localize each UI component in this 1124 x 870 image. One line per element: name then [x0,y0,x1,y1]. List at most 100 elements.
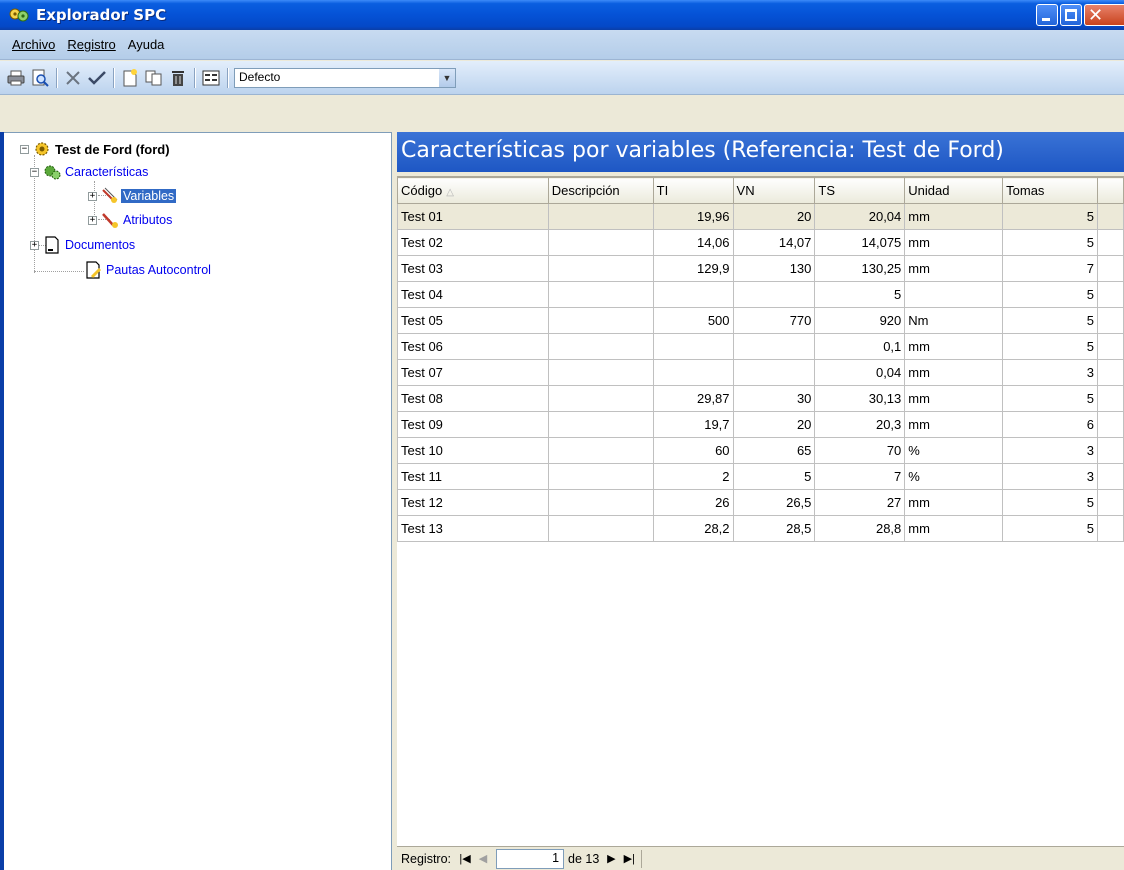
maximize-button[interactable] [1060,4,1082,26]
collapse-icon[interactable]: − [20,144,29,154]
cell-vn[interactable] [732,333,816,360]
cell-tomas[interactable]: 5 [1002,307,1098,334]
cell-ts[interactable]: 20,04 [814,203,906,230]
cell-ti[interactable]: 29,87 [652,385,734,412]
cell-ts[interactable]: 27 [814,489,906,516]
cell-descripcion[interactable] [547,307,654,334]
column-header-ts[interactable]: TS [814,177,906,204]
cell-descripcion[interactable] [547,385,654,412]
cell-tomas[interactable]: 3 [1002,463,1098,490]
cell-ti[interactable] [652,333,734,360]
cell-ts[interactable]: 30,13 [814,385,906,412]
expand-icon[interactable]: + [88,215,97,225]
cell-vn[interactable] [732,359,816,386]
cell-tomas[interactable]: 5 [1002,515,1098,542]
cell-descripcion[interactable] [547,463,654,490]
menu-ayuda[interactable]: Ayuda [128,37,165,52]
cell-ts[interactable]: 5 [814,281,906,308]
cell-ti[interactable]: 2 [652,463,734,490]
cell-codigo[interactable]: Test 10 [397,437,549,464]
column-header-codigo[interactable]: Código △ [397,177,549,204]
cell-unidad[interactable]: mm [904,203,1004,230]
cell-ti[interactable]: 19,7 [652,411,734,438]
table-row[interactable]: Test 13 28,2 28,5 28,8 mm 5 [397,515,1124,542]
cell-ti[interactable] [652,359,734,386]
cell-vn[interactable]: 26,5 [732,489,816,516]
cell-vn[interactable]: 20 [732,203,816,230]
cell-ti[interactable]: 60 [652,437,734,464]
cell-vn[interactable]: 28,5 [732,515,816,542]
cell-ts[interactable]: 0,1 [814,333,906,360]
cell-unidad[interactable]: mm [904,515,1004,542]
cell-descripcion[interactable] [547,411,654,438]
copy-button[interactable] [143,67,165,89]
cell-codigo[interactable]: Test 04 [397,281,549,308]
cell-ti[interactable]: 28,2 [652,515,734,542]
cell-tomas[interactable]: 3 [1002,359,1098,386]
column-header-tomas[interactable]: Tomas [1002,177,1098,204]
cell-vn[interactable]: 30 [732,385,816,412]
chevron-down-icon[interactable]: ▼ [439,68,455,87]
cell-ts[interactable]: 20,3 [814,411,906,438]
cell-codigo[interactable]: Test 09 [397,411,549,438]
trash-button[interactable] [167,67,189,89]
cell-unidad[interactable]: % [904,463,1004,490]
cell-ts[interactable]: 70 [814,437,906,464]
minimize-button[interactable] [1036,4,1058,26]
cell-codigo[interactable]: Test 13 [397,515,549,542]
first-record-button[interactable]: |◀ [457,850,473,868]
new-button[interactable] [119,67,141,89]
cell-unidad[interactable]: % [904,437,1004,464]
cell-ts[interactable]: 7 [814,463,906,490]
cell-codigo[interactable]: Test 08 [397,385,549,412]
cell-vn[interactable] [732,281,816,308]
accept-button[interactable] [86,67,108,89]
menu-archivo[interactable]: Archivo [12,37,55,52]
cell-ti[interactable]: 19,96 [652,203,734,230]
tree-node-caracteristicas[interactable]: − Características [30,163,150,181]
record-position-input[interactable]: 1 [496,848,565,869]
table-row[interactable]: Test 11 2 5 7% 3 [397,463,1124,490]
cell-vn[interactable]: 20 [732,411,816,438]
cell-vn[interactable]: 5 [732,463,816,490]
cell-codigo[interactable]: Test 05 [397,307,549,334]
tree-node-variables[interactable]: + Variables [88,187,177,205]
cell-unidad[interactable]: mm [904,229,1004,256]
cell-tomas[interactable]: 6 [1002,411,1098,438]
table-row[interactable]: Test 08 29,87 30 30,13 mm 5 [397,385,1124,412]
cell-descripcion[interactable] [547,489,654,516]
delete-button[interactable] [62,67,84,89]
table-row[interactable]: Test 12 26 26,5 27 mm 5 [397,489,1124,516]
next-record-button[interactable]: ▶ [603,850,619,868]
cell-unidad[interactable]: mm [904,385,1004,412]
form-view-button[interactable] [200,67,222,89]
cell-descripcion[interactable] [547,333,654,360]
cell-descripcion[interactable] [547,255,654,282]
cell-ti[interactable] [652,281,734,308]
cell-codigo[interactable]: Test 11 [397,463,549,490]
cell-unidad[interactable]: Nm [904,307,1004,334]
menu-registro[interactable]: Registro [67,37,115,52]
cell-tomas[interactable]: 5 [1002,489,1098,516]
cell-ts[interactable]: 0,04 [814,359,906,386]
table-row[interactable]: Test 09 19,7 20 20,3 mm 6 [397,411,1124,438]
cell-unidad[interactable]: mm [904,489,1004,516]
cell-codigo[interactable]: Test 03 [397,255,549,282]
cell-codigo[interactable]: Test 07 [397,359,549,386]
cell-ti[interactable]: 26 [652,489,734,516]
cell-tomas[interactable]: 3 [1002,437,1098,464]
cell-codigo[interactable]: Test 06 [397,333,549,360]
cell-descripcion[interactable] [547,229,654,256]
table-row[interactable]: Test 05 500 770 920 Nm 5 [397,307,1124,334]
cell-vn[interactable]: 14,07 [732,229,816,256]
collapse-icon[interactable]: − [30,167,39,177]
cell-descripcion[interactable] [547,437,654,464]
view-combo[interactable]: Defecto ▼ [234,67,456,88]
cell-tomas[interactable]: 5 [1002,281,1098,308]
cell-unidad[interactable]: mm [904,411,1004,438]
cell-unidad[interactable]: mm [904,255,1004,282]
cell-descripcion[interactable] [547,515,654,542]
cell-tomas[interactable]: 5 [1002,203,1098,230]
cell-ts[interactable]: 920 [814,307,906,334]
data-grid[interactable]: Código △ Descripción TI VN TS Unidad Toma… [397,176,1124,846]
